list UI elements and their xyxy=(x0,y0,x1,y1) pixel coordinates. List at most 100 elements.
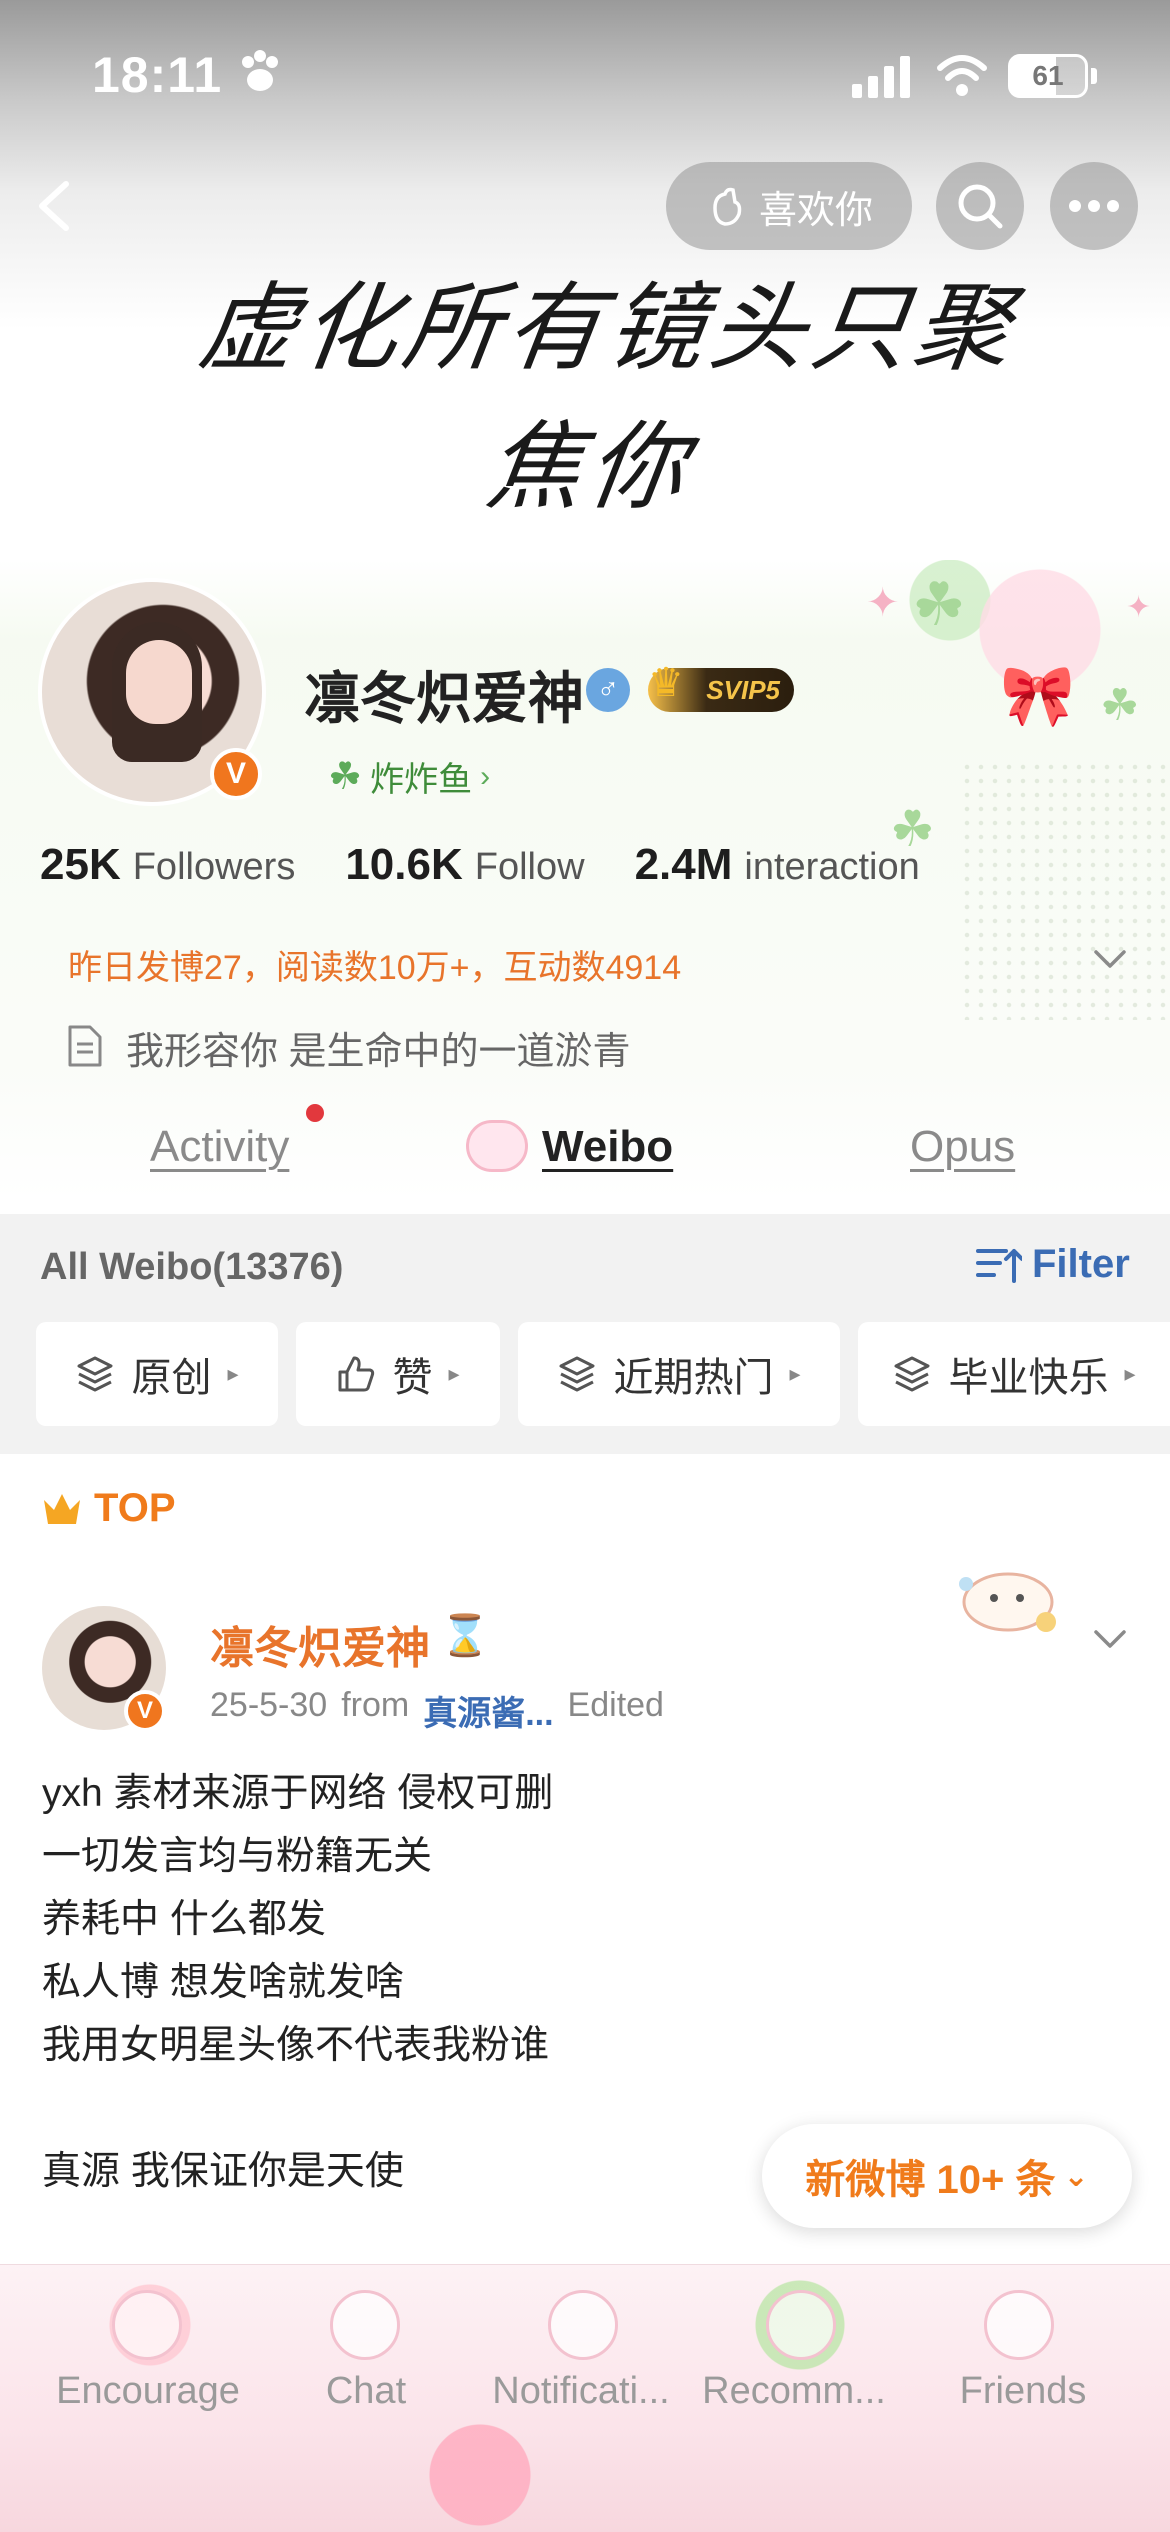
profile-stats: 25K Followers 10.6K Follow 2.4M interact… xyxy=(40,840,920,890)
nav-encourage[interactable]: Encourage xyxy=(48,2370,248,2413)
post-edited: Edited xyxy=(567,1686,664,1724)
more-button[interactable] xyxy=(1050,162,1138,250)
chip-label: 毕业快乐 xyxy=(948,1356,1109,1400)
verified-badge-icon: V xyxy=(210,748,262,800)
pinned-top-label: TOP xyxy=(40,1486,176,1531)
bunny-sticker xyxy=(984,2290,1054,2360)
nav-chat[interactable]: Chat xyxy=(296,2370,436,2413)
layers-icon xyxy=(77,1356,113,1392)
chip-likes[interactable]: 赞 ▸ xyxy=(296,1322,500,1426)
post-line: 我用女明星头像不代表我粉谁 xyxy=(42,2024,550,2067)
post-line xyxy=(42,2077,553,2140)
fan-group-label: 炸炸鱼 xyxy=(370,761,473,799)
tab-opus[interactable]: Opus xyxy=(910,1122,1015,1172)
bow-sticker: 🎀 xyxy=(1000,662,1075,729)
tab-activity[interactable]: Activity xyxy=(150,1122,289,1172)
followers-stat[interactable]: 25K Followers xyxy=(40,840,295,890)
post-line: 私人博 想发啥就发啥 xyxy=(42,1961,404,2004)
followers-label: Followers xyxy=(132,846,296,888)
nav-notifications[interactable]: Notificati... xyxy=(476,2370,686,2413)
clover-icon: ☘ xyxy=(328,756,363,798)
cat-sticker xyxy=(959,1572,1056,1632)
follow-label: Follow xyxy=(474,846,585,888)
like-you-label: 喜欢你 xyxy=(758,189,873,232)
signal-icon xyxy=(852,56,910,98)
chip-label: 赞 xyxy=(392,1356,433,1400)
triangle-right-icon: ▸ xyxy=(789,1361,801,1386)
interaction-label: interaction xyxy=(744,846,920,888)
triangle-right-icon: ▸ xyxy=(1124,1361,1136,1386)
chip-graduation[interactable]: 毕业快乐 ▸ xyxy=(858,1322,1170,1426)
filter-label: Filter xyxy=(1032,1242,1130,1286)
sparkle-sticker: ✦ xyxy=(1126,591,1152,624)
chip-original[interactable]: 原创 ▸ xyxy=(36,1322,278,1426)
followers-count: 25K xyxy=(40,840,121,889)
like-you-button[interactable]: 喜欢你 xyxy=(666,162,912,250)
post-line: 养耗中 什么都发 xyxy=(42,1898,326,1941)
post-body[interactable]: yxh 素材来源于网络 侵权可删 一切发言均与粉籍无关 养耗中 什么都发 私人博… xyxy=(42,1762,553,2203)
nav-recommend[interactable]: Recomm... xyxy=(694,2370,894,2413)
battery-level: 61 xyxy=(1008,54,1088,98)
interaction-stat[interactable]: 2.4M interaction xyxy=(635,840,920,890)
follow-count: 10.6K xyxy=(345,840,463,889)
chip-label: 原创 xyxy=(131,1356,212,1400)
document-icon xyxy=(68,1025,102,1067)
cover-slogan: 虚化所有镜头只聚焦你 xyxy=(192,272,1025,523)
notification-dot xyxy=(306,1104,324,1122)
chevron-right-icon: › xyxy=(480,759,491,793)
new-weibo-label: 新微博 10+ 条 xyxy=(805,2158,1056,2202)
layers-icon xyxy=(559,1356,595,1392)
layers-icon xyxy=(894,1356,930,1392)
post-line: yxh 素材来源于网络 侵权可删 xyxy=(42,1772,554,1815)
chevron-down-icon[interactable] xyxy=(1090,944,1130,974)
fan-group-link[interactable]: ☘ 炸炸鱼 › xyxy=(328,752,490,801)
bunny-sticker xyxy=(548,2290,618,2360)
post-date: 25-5-30 xyxy=(210,1686,328,1724)
post-meta: 25-5-30 from 真源酱... Edited xyxy=(210,1686,664,1735)
decoration-dots xyxy=(960,760,1170,1020)
filter-button[interactable]: Filter xyxy=(976,1242,1130,1287)
yesterday-summary[interactable]: 昨日发博27，阅读数10万+，互动数4914 xyxy=(68,940,681,989)
post-line: 真源 我保证你是天使 xyxy=(42,2150,404,2193)
top-text: TOP xyxy=(94,1486,176,1530)
profile-name: 凛冬炽爱神 xyxy=(304,667,584,730)
more-icon xyxy=(1069,200,1119,212)
wifi-icon xyxy=(937,55,987,96)
sparkle-sticker: ✦ xyxy=(866,581,900,625)
bunny-sticker xyxy=(330,2290,400,2360)
post-author[interactable]: 凛冬炽爱神 xyxy=(210,1612,430,1676)
post-line: 一切发言均与粉籍无关 xyxy=(42,1835,433,1878)
filter-sort-icon xyxy=(976,1248,1022,1283)
hourglass-icon: ⌛ xyxy=(440,1614,490,1658)
chip-recent-hot[interactable]: 近期热门 ▸ xyxy=(518,1322,840,1426)
chip-label: 近期热门 xyxy=(613,1356,774,1400)
paw-icon xyxy=(242,50,278,91)
clover-sticker: ☘ xyxy=(912,571,966,638)
verified-badge-icon: V xyxy=(124,1690,166,1732)
triangle-right-icon: ▸ xyxy=(227,1361,239,1386)
search-icon xyxy=(958,184,1003,229)
search-button[interactable] xyxy=(936,162,1024,250)
bear-sticker xyxy=(112,2290,182,2360)
triangle-right-icon: ▸ xyxy=(448,1361,460,1386)
clover-sticker: ☘ xyxy=(1100,681,1140,730)
hand-heart-icon xyxy=(713,187,742,226)
nav-friends[interactable]: Friends xyxy=(938,2370,1108,2413)
post-source[interactable]: 真源酱... xyxy=(423,1686,553,1735)
battery-cap xyxy=(1091,68,1097,84)
male-icon: ♂ xyxy=(586,668,630,712)
profile-bio: 我形容你 是生命中的一道淤青 xyxy=(126,1031,631,1073)
chevron-down-icon[interactable] xyxy=(1090,1624,1130,1654)
follow-stat[interactable]: 10.6K Follow xyxy=(345,840,584,890)
back-icon[interactable] xyxy=(30,178,80,234)
post-from: from xyxy=(341,1686,410,1724)
double-chevron-down-icon: ⌄ xyxy=(1063,2159,1089,2193)
tab-weibo[interactable]: Weibo xyxy=(542,1122,673,1172)
avatar-face xyxy=(126,640,192,724)
clover-sticker xyxy=(766,2290,836,2360)
new-weibo-button[interactable]: 新微博 10+ 条 ⌄ xyxy=(762,2124,1132,2228)
interaction-count: 2.4M xyxy=(634,840,733,889)
crown-icon: ♛ xyxy=(648,661,684,705)
status-time: 18:11 xyxy=(92,47,223,103)
all-weibo-count: All Weibo(13376) xyxy=(40,1246,344,1288)
